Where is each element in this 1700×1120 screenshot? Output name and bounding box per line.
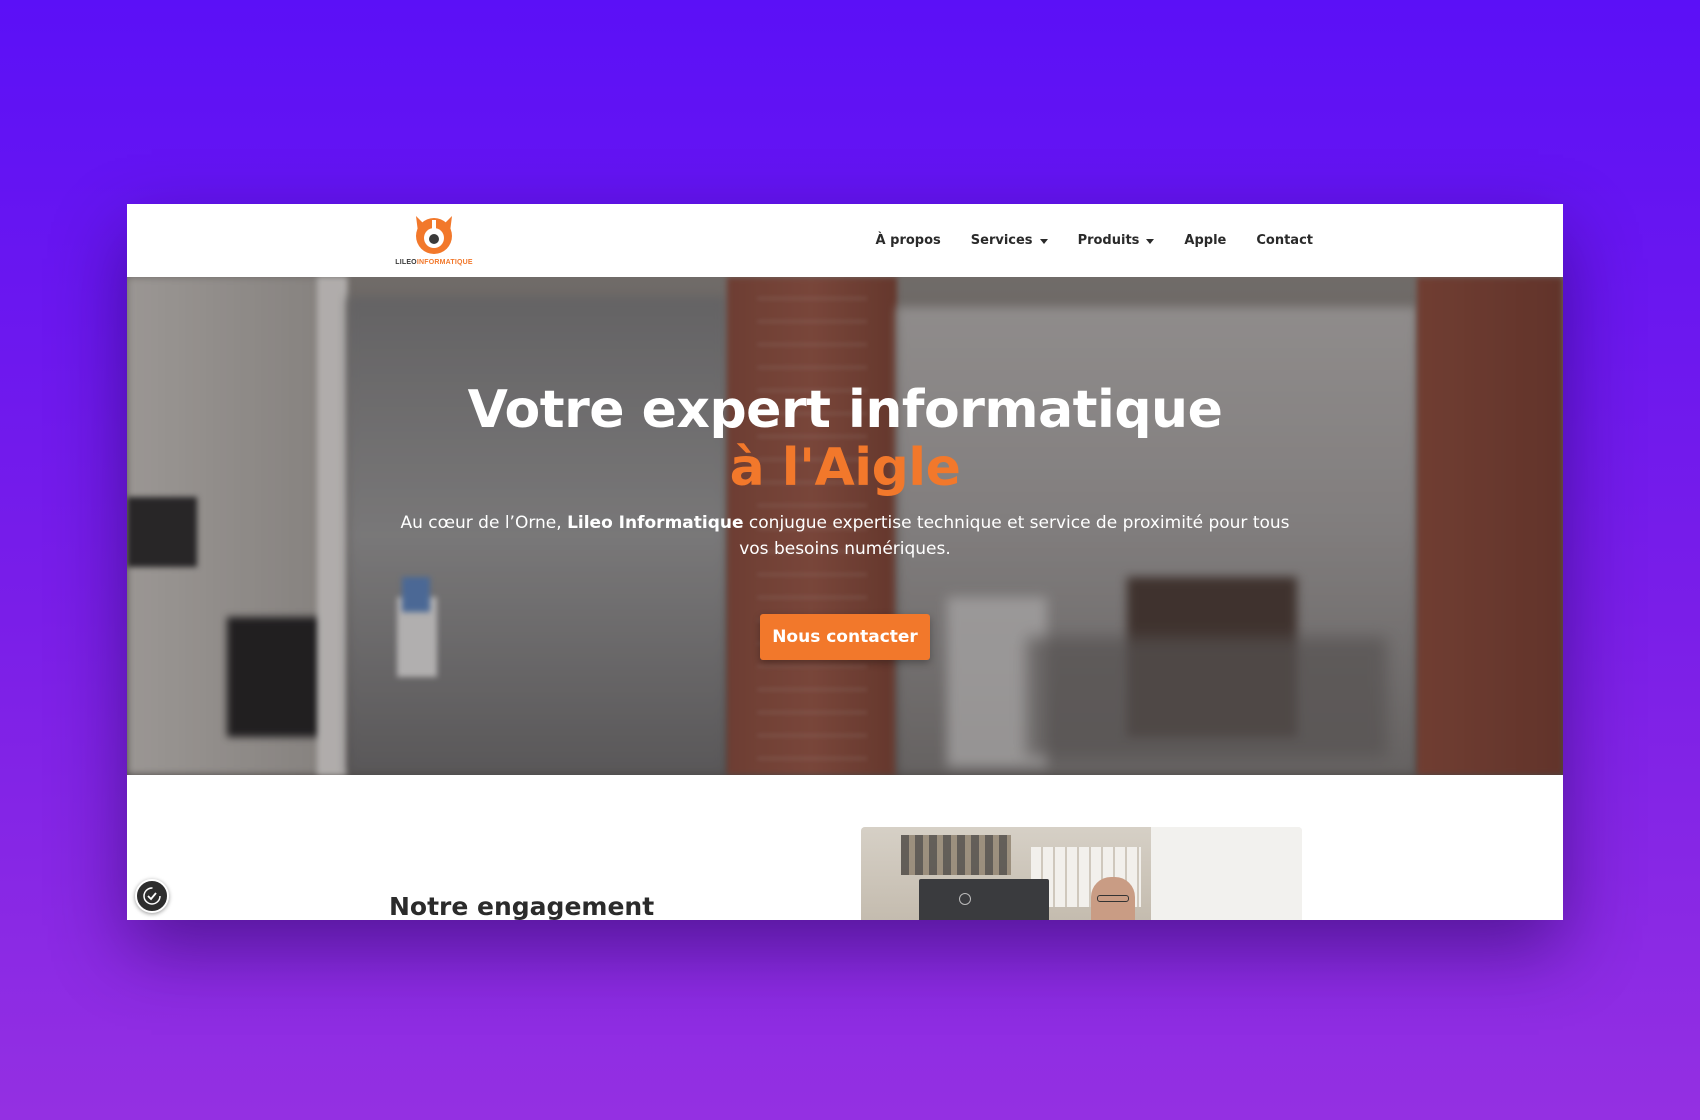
- hero-subtitle: Au cœur de l’Orne, Lileo Informatique co…: [400, 513, 1290, 559]
- section-title: Notre engagement: [389, 892, 655, 920]
- site-logo[interactable]: LILEOINFORMATIQUE: [386, 212, 482, 268]
- contact-button[interactable]: Nous contacter: [760, 614, 930, 660]
- brand-name: Lileo Informatique: [567, 513, 744, 533]
- hero-title: Votre expert informatique à l'Aigle: [127, 381, 1563, 497]
- hero-title-line1: Votre expert informatique: [467, 380, 1223, 440]
- engagement-photo: [861, 827, 1302, 920]
- browser-window: LILEOINFORMATIQUE À propos Services Prod…: [127, 204, 1563, 920]
- chevron-down-icon: [1039, 239, 1048, 244]
- hero-section: Votre expert informatique à l'Aigle Au c…: [127, 277, 1563, 775]
- hero-title-line2: à l'Aigle: [729, 438, 961, 498]
- accessibility-icon: [143, 887, 161, 905]
- nav-item-a-propos[interactable]: À propos: [876, 233, 941, 248]
- nav-item-services[interactable]: Services: [971, 233, 1048, 248]
- logo-text-lileo: LILEO: [395, 259, 417, 266]
- nav-item-apple[interactable]: Apple: [1184, 233, 1226, 248]
- fox-logo-icon: [416, 216, 452, 254]
- main-nav: À propos Services Produits Apple Contact: [876, 204, 1313, 277]
- logo-text-informatique: INFORMATIQUE: [416, 259, 473, 266]
- accessibility-button[interactable]: [135, 879, 169, 913]
- chevron-down-icon: [1146, 239, 1155, 244]
- nav-item-contact[interactable]: Contact: [1256, 233, 1313, 248]
- nav-item-produits[interactable]: Produits: [1078, 233, 1155, 248]
- site-header: LILEOINFORMATIQUE À propos Services Prod…: [127, 204, 1563, 277]
